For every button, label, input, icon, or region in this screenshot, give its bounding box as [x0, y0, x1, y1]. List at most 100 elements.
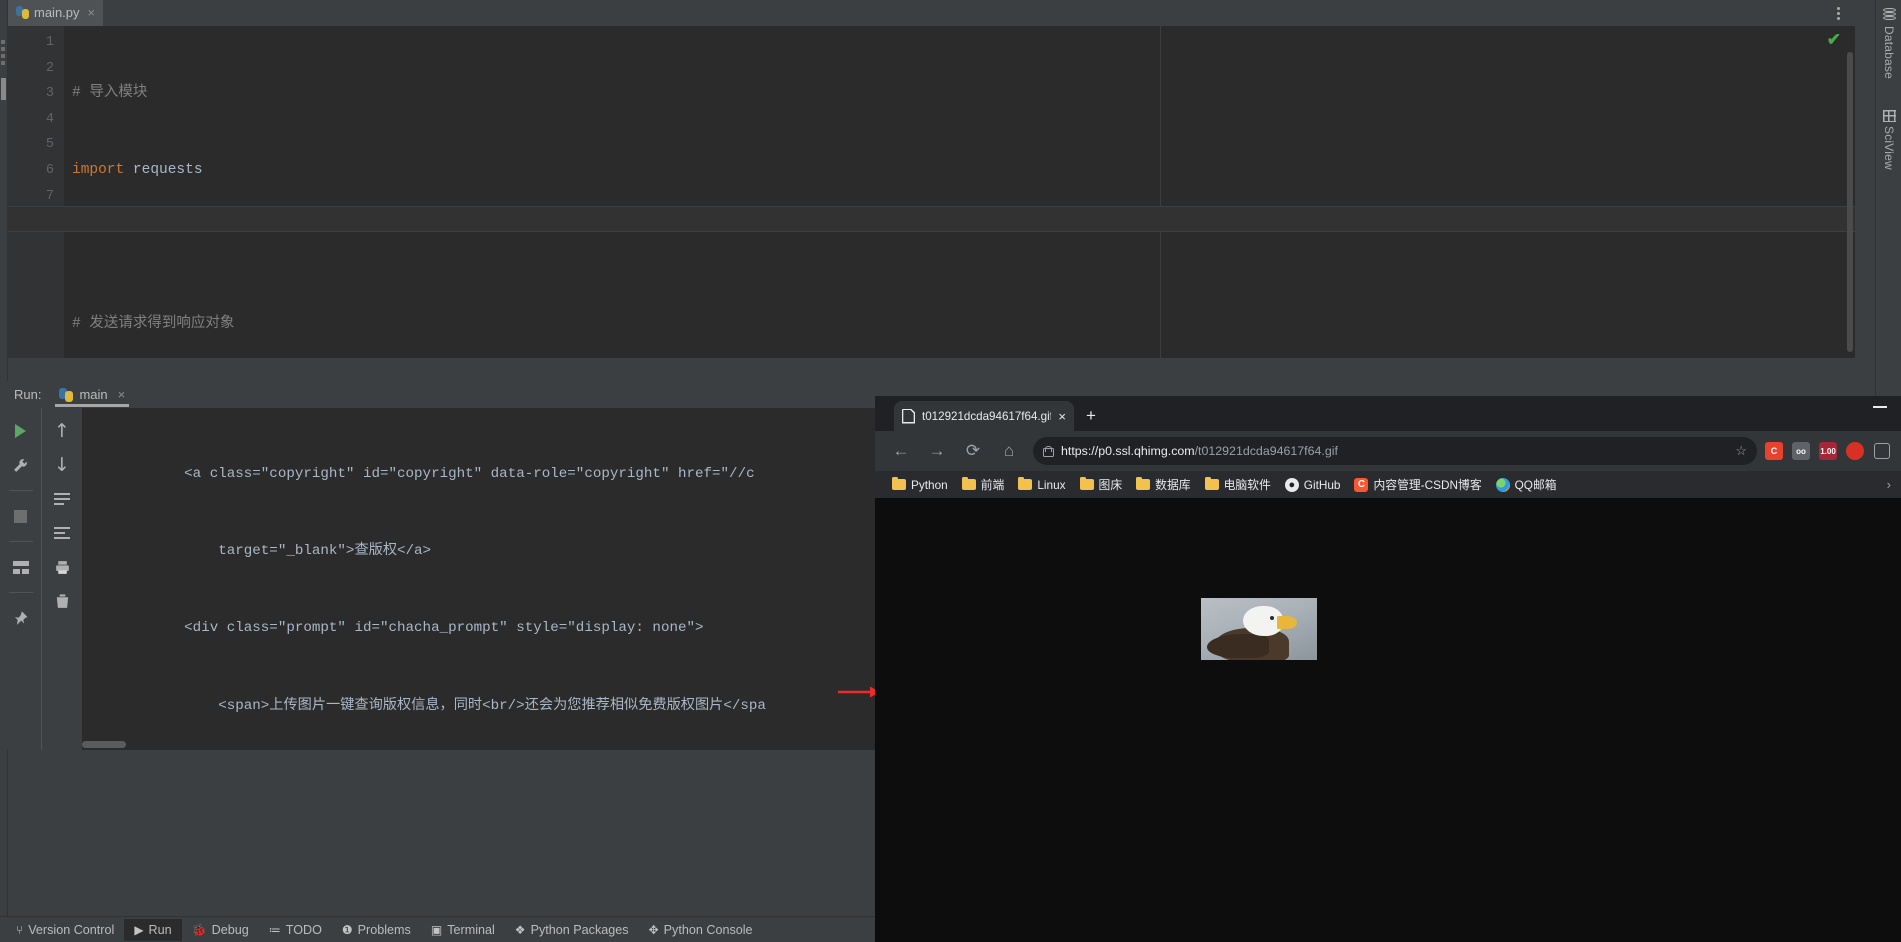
lock-icon	[1043, 445, 1054, 457]
sidebar-item-sciview[interactable]: SciView	[1876, 110, 1901, 170]
bookmark-frontend[interactable]: 前端	[955, 474, 1012, 496]
extension-glasses-icon[interactable]: oo	[1792, 442, 1810, 460]
bookmark-label: Linux	[1037, 477, 1066, 492]
close-icon[interactable]: ×	[1058, 409, 1066, 424]
close-icon[interactable]: ×	[88, 5, 96, 20]
browser-window: t012921dcda94617f64.gif (140×8 × + ← → ⟳…	[875, 396, 1901, 942]
editor-tab-main-py[interactable]: main.py ×	[8, 0, 104, 26]
close-icon[interactable]: ×	[118, 387, 126, 402]
extension-c-icon[interactable]: C	[1765, 442, 1783, 460]
folder-icon	[1079, 476, 1094, 490]
warning-icon: ❶	[341, 922, 353, 937]
sidebar-item-label: Database	[1882, 26, 1896, 79]
bookmark-linux[interactable]: Linux	[1011, 474, 1072, 496]
status-item-run[interactable]: ▶ Run	[124, 918, 182, 941]
current-line-highlight	[8, 206, 1855, 232]
run-window-title: Run:	[14, 387, 42, 402]
bookmark-star-icon[interactable]: ☆	[1735, 443, 1747, 459]
scroll-to-end-button[interactable]	[51, 522, 73, 544]
bookmark-label: 前端	[980, 478, 1005, 492]
bookmark-qq-mail[interactable]: QQ邮箱	[1489, 474, 1564, 496]
bookmark-computer-software[interactable]: 电脑软件	[1198, 474, 1278, 496]
console-horizontal-scrollbar[interactable]	[82, 741, 126, 748]
soft-wrap-button[interactable]	[51, 488, 73, 510]
more-options-icon[interactable]	[1829, 3, 1847, 23]
run-tab-main[interactable]: main ×	[55, 381, 130, 408]
extension-puzzle-icon[interactable]	[1873, 442, 1891, 460]
rerun-button[interactable]	[10, 420, 32, 442]
bookmark-label: Python	[911, 477, 948, 492]
forward-button[interactable]: →	[919, 433, 955, 469]
wrench-icon	[14, 458, 27, 472]
status-item-label: Problems	[357, 922, 411, 937]
browser-tab[interactable]: t012921dcda94617f64.gif (140×8 ×	[894, 401, 1074, 431]
terminal-icon: ▣	[430, 922, 443, 937]
run-tab-label: main	[79, 387, 108, 402]
left-strip-dots-icon	[1, 40, 6, 70]
sidebar-item-database[interactable]: Database	[1876, 8, 1901, 79]
code-line: # 导入模块	[72, 81, 1855, 107]
reload-button[interactable]: ⟳	[955, 433, 991, 469]
python-config-icon	[59, 387, 74, 402]
pin-icon	[14, 610, 28, 625]
status-item-python-packages[interactable]: ❖ Python Packages	[505, 919, 639, 941]
bookmark-label: QQ邮箱	[1514, 478, 1557, 492]
clear-all-button[interactable]	[51, 590, 73, 612]
address-bar[interactable]: https://p0.ssl.qhimg.com/t012921dcda9461…	[1033, 437, 1757, 465]
bookmark-label: GitHub	[1303, 477, 1341, 492]
status-item-label: Run	[148, 922, 172, 937]
python-file-icon	[16, 5, 29, 19]
code-line: import requests	[72, 158, 1855, 184]
extension-toolbar: C oo 1.00	[1765, 442, 1901, 460]
browser-viewport[interactable]	[875, 498, 1901, 942]
up-the-stack-trace-button[interactable]: ↑	[51, 420, 73, 442]
down-the-stack-trace-button[interactable]: ↓	[51, 454, 73, 476]
soft-wrap-icon	[54, 493, 70, 505]
packages-icon: ❖	[514, 922, 526, 937]
code-editor[interactable]: 1 2 3 4 5 6 7 8 # 导入模块 import requests #…	[8, 26, 1855, 358]
status-item-version-control[interactable]: ⑂ Version Control	[6, 919, 124, 941]
grid-table-icon	[1882, 110, 1896, 122]
editor-scrollbar[interactable]	[1847, 52, 1853, 352]
line-number: 5	[45, 137, 54, 153]
status-item-terminal[interactable]: ▣ Terminal	[421, 919, 505, 941]
checkmark-icon[interactable]: ✔	[1827, 30, 1841, 50]
status-item-label: Python Packages	[530, 922, 629, 937]
arrow-down-icon: ↓	[54, 453, 70, 476]
bookmark-csdn[interactable]: C 内容管理-CSDN博客	[1347, 474, 1488, 496]
minimize-icon[interactable]	[1873, 406, 1887, 408]
line-number: 2	[45, 60, 54, 76]
new-tab-button[interactable]: +	[1086, 406, 1096, 426]
folder-icon	[961, 476, 976, 490]
console-icon: ✥	[648, 922, 659, 937]
run-toolbar-primary	[0, 408, 41, 750]
extension-red-dot-icon[interactable]	[1846, 442, 1864, 460]
edit-configurations-button[interactable]	[10, 454, 32, 476]
extension-rate-icon[interactable]: 1.00	[1819, 442, 1837, 460]
bookmarks-bar: Python 前端 Linux 图床 数据库 电脑软件 ● GitHub C 内容管…	[875, 471, 1901, 498]
gif-image-preview[interactable]	[1201, 598, 1317, 660]
back-button[interactable]: ←	[883, 433, 919, 469]
status-item-problems[interactable]: ❶ Problems	[332, 919, 421, 941]
bookmarks-overflow-button[interactable]: ›	[1877, 477, 1901, 492]
print-button[interactable]	[51, 556, 73, 578]
printer-icon	[55, 560, 69, 574]
editor-tab-label: main.py	[34, 4, 80, 20]
branch-icon: ⑂	[16, 922, 24, 937]
status-item-python-console[interactable]: ✥ Python Console	[639, 919, 763, 941]
status-item-debug[interactable]: 🐞 Debug	[182, 919, 259, 941]
pin-tab-button[interactable]	[10, 607, 32, 629]
status-item-todo[interactable]: ≔ TODO	[259, 919, 332, 941]
bookmark-python[interactable]: Python	[885, 474, 955, 496]
bookmark-image-host[interactable]: 图床	[1073, 474, 1130, 496]
home-button[interactable]: ⌂	[991, 433, 1027, 469]
toolbar-separator	[8, 541, 33, 542]
code-text-area[interactable]: # 导入模块 import requests # 发送请求得到响应对象 resp…	[64, 26, 1855, 358]
status-item-label: Debug	[211, 922, 249, 937]
stop-button[interactable]	[10, 505, 32, 527]
eagle-wing	[1207, 634, 1269, 658]
bookmark-github[interactable]: ● GitHub	[1278, 474, 1348, 496]
layout-settings-button[interactable]	[10, 556, 32, 578]
bookmark-label: 内容管理-CSDN博客	[1373, 478, 1482, 492]
bookmark-database[interactable]: 数据库	[1129, 474, 1197, 496]
